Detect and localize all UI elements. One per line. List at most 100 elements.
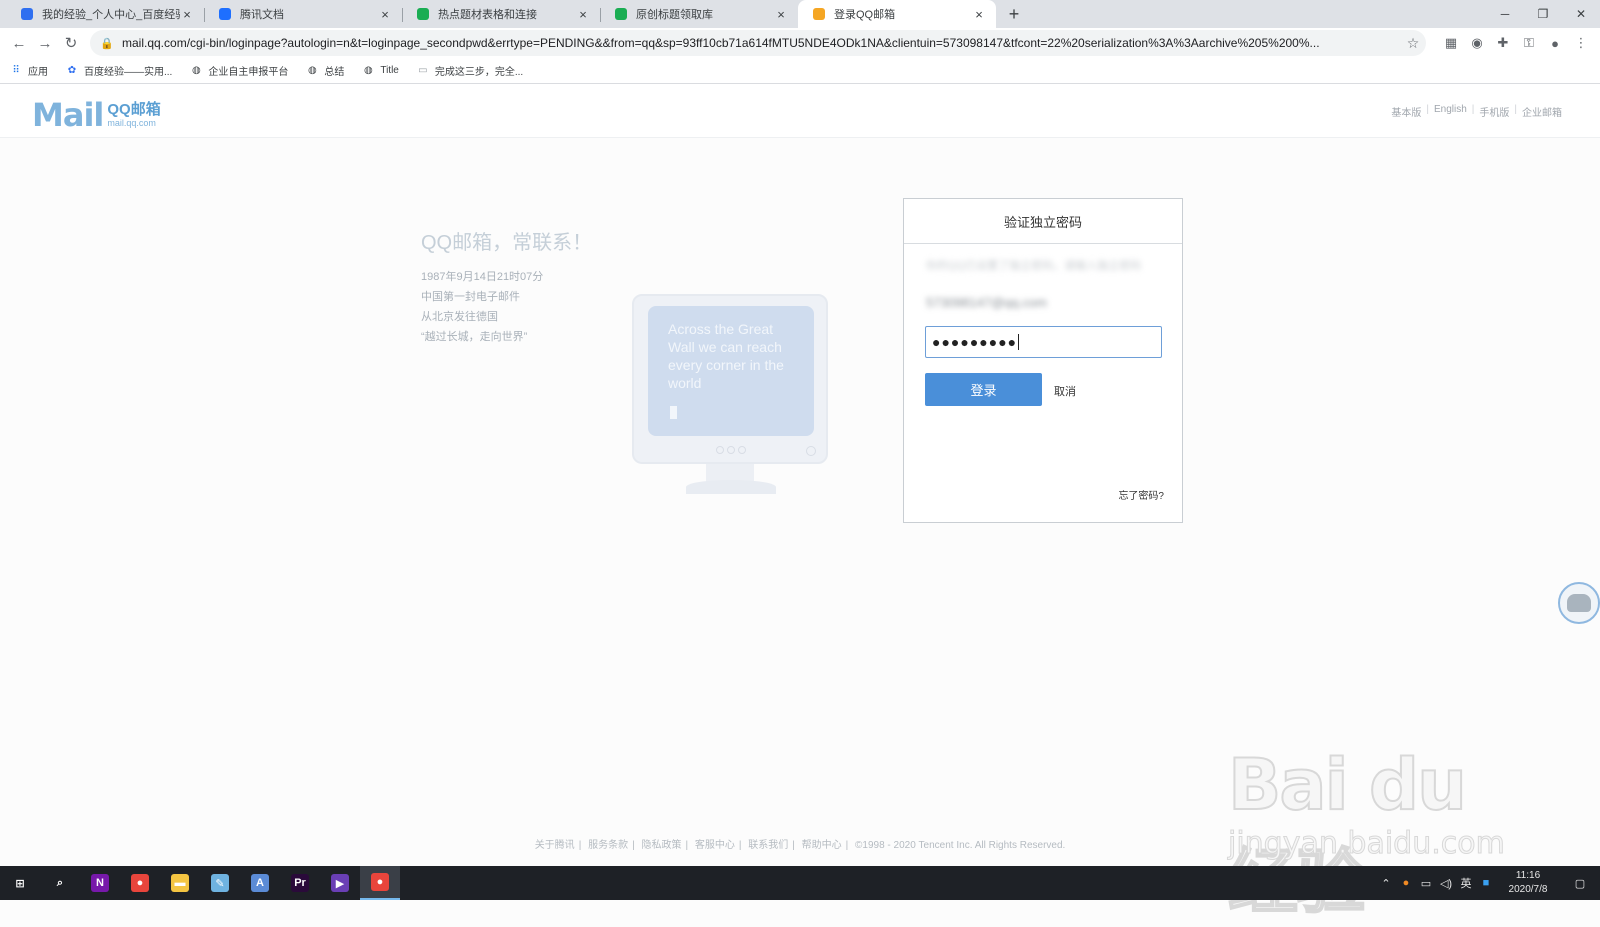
- tab-list: 我的经验_个人中心_百度经验 × 腾讯文档 × 热点题材表格和连接 × 原创标题领取库 × 登录…: [0, 0, 996, 28]
- tab-title: 我的经验_个人中心_百度经验: [42, 9, 180, 21]
- onenote-icon: N: [91, 874, 109, 892]
- bookmark-label: 总结: [324, 67, 345, 78]
- new-tab-button[interactable]: +: [1000, 0, 1028, 28]
- browser-tab[interactable]: 腾讯文档 ×: [204, 0, 402, 28]
- volume-icon[interactable]: ◁): [1436, 877, 1456, 890]
- link-english[interactable]: English: [1429, 104, 1472, 119]
- taskbar-app[interactable]: ⌕: [40, 866, 80, 900]
- globe-icon: ◍: [191, 65, 201, 76]
- qqmail-logo[interactable]: Mail QQ邮箱 mail.qq.com: [32, 96, 161, 134]
- qq-tray-icon[interactable]: ■: [1476, 877, 1496, 889]
- mail-header: Mail QQ邮箱 mail.qq.com 基本版 | English | 手机版 |…: [0, 84, 1600, 138]
- forgot-password-link[interactable]: 忘了密码?: [1118, 487, 1164, 502]
- taskbar-app[interactable]: N: [80, 866, 120, 900]
- browser-tab[interactable]: 原创标题领取库 ×: [600, 0, 798, 28]
- close-tab-icon[interactable]: ×: [972, 7, 986, 22]
- close-tab-icon[interactable]: ×: [774, 7, 788, 22]
- extension-icon-2[interactable]: ◉: [1464, 30, 1490, 56]
- link-basic[interactable]: 基本版: [1386, 104, 1426, 119]
- footer-link-contact[interactable]: 联系我们: [744, 840, 792, 851]
- tray-app-icon[interactable]: ●: [1396, 877, 1416, 889]
- taskbar-app[interactable]: ⊞: [0, 866, 40, 900]
- minimize-icon[interactable]: ─: [1486, 0, 1524, 28]
- bookmark-label: 完成这三步，完全...: [434, 67, 524, 78]
- password-input[interactable]: ●●●●●●●●●: [925, 326, 1162, 358]
- key-icon[interactable]: ⚿: [1516, 30, 1542, 56]
- globe-icon: ◍: [307, 65, 317, 76]
- globe-icon: ◍: [363, 65, 373, 76]
- tab-title: 原创标题领取库: [636, 9, 713, 21]
- vector-app-icon: A: [251, 874, 269, 892]
- bookmark-item[interactable]: ▭ 完成这三步，完全...: [417, 63, 523, 78]
- footer-link-terms[interactable]: 服务条款: [584, 840, 632, 851]
- logo-domain-text: mail.qq.com: [107, 118, 156, 128]
- tray-chevron-icon[interactable]: ⌃: [1376, 877, 1396, 890]
- close-window-icon[interactable]: ✕: [1562, 0, 1600, 28]
- clock-date: 2020/7/8: [1508, 884, 1548, 895]
- taskbar-app[interactable]: ✎: [200, 866, 240, 900]
- link-enterprise[interactable]: 企业邮箱: [1517, 104, 1567, 119]
- bookmark-item[interactable]: ◍ 企业自主申报平台: [190, 63, 288, 78]
- taskbar-app[interactable]: ●: [360, 866, 400, 900]
- top-links: 基本版 | English | 手机版 | 企业邮箱: [1386, 104, 1567, 119]
- extension-icon-1[interactable]: ▦: [1438, 30, 1464, 56]
- watermark-domain: jingyan.baidu.com: [1228, 826, 1506, 862]
- footer-link-support[interactable]: 客服中心: [691, 840, 739, 851]
- reload-icon[interactable]: ↻: [58, 30, 84, 56]
- apps-grid-icon: ⠿: [12, 65, 20, 76]
- forward-icon[interactable]: →: [32, 30, 58, 56]
- bookmark-label: Title: [380, 65, 399, 76]
- url-text[interactable]: mail.qq.com/cgi-bin/loginpage?autologin=…: [122, 36, 1400, 50]
- browser-tab[interactable]: 登录QQ邮箱 ×: [798, 0, 996, 28]
- footer-link-help[interactable]: 帮助中心: [798, 840, 846, 851]
- menu-dots-icon[interactable]: ⋮: [1568, 30, 1594, 56]
- support-bot-icon[interactable]: [1558, 582, 1600, 624]
- close-tab-icon[interactable]: ×: [576, 7, 590, 22]
- monitor-power-icon: [806, 446, 816, 456]
- qqmail-page: Mail QQ邮箱 mail.qq.com 基本版 | English | 手机版 |…: [0, 84, 1600, 924]
- clock[interactable]: 11:16 2020/7/8: [1496, 869, 1560, 897]
- footer-link-about[interactable]: 关于腾讯: [531, 840, 579, 851]
- intro-line: “越过长城，走向世界”: [421, 331, 528, 343]
- taskbar-app[interactable]: A: [240, 866, 280, 900]
- copyright: ©1998 - 2020 Tencent Inc. All Rights Res…: [855, 840, 1066, 851]
- cancel-link[interactable]: 取消: [1054, 383, 1076, 399]
- link-mobile[interactable]: 手机版: [1474, 104, 1514, 119]
- baidu-jingyan-watermark: Bai du经验 jingyan.baidu.com: [1225, 724, 1525, 924]
- taskbar-app[interactable]: ●: [120, 866, 160, 900]
- bookmark-item[interactable]: ◍ 总结: [306, 63, 344, 78]
- taskbar-app[interactable]: ▶: [320, 866, 360, 900]
- taskbar-app[interactable]: ▬: [160, 866, 200, 900]
- bookmark-item[interactable]: ✿ 百度经验——实用...: [66, 63, 173, 78]
- bookmark-item[interactable]: ◍ Title: [362, 65, 399, 77]
- bookmark-star-icon[interactable]: ☆: [1400, 35, 1426, 52]
- footer-link-privacy[interactable]: 隐私政策: [637, 840, 685, 851]
- close-tab-icon[interactable]: ×: [378, 7, 392, 22]
- browser-tab[interactable]: 我的经验_个人中心_百度经验 ×: [6, 0, 204, 28]
- tab-title: 腾讯文档: [240, 9, 284, 21]
- browser-tab[interactable]: 热点题材表格和连接 ×: [402, 0, 600, 28]
- network-icon[interactable]: ▭: [1416, 877, 1436, 890]
- notification-center-icon[interactable]: ▢: [1560, 877, 1600, 890]
- windows-taskbar: ⊞ ⌕ N ● ▬ ✎ A Pr ▶ ● ⌃ ● ▭ ◁) 英 ■ 11:16 2020/7/8 …: [0, 866, 1600, 900]
- monitor-body: Across the Great Wall we can reach every…: [632, 294, 828, 464]
- taskbar-app[interactable]: Pr: [280, 866, 320, 900]
- profile-avatar-icon[interactable]: ●: [1542, 30, 1568, 56]
- lock-icon: 🔒: [100, 37, 114, 50]
- ime-indicator[interactable]: 英: [1456, 875, 1476, 891]
- bookmark-label: 企业自主申报平台: [208, 67, 289, 78]
- file-explorer-icon: ▬: [171, 874, 189, 892]
- restore-icon[interactable]: ❐: [1524, 0, 1562, 28]
- bookmark-item[interactable]: ⠿ 应用: [10, 63, 48, 78]
- sheet-icon: [614, 7, 628, 21]
- login-panel: 验证独立密码 你的QQ已设置了独立密码，请输入独立密码 573098147@qq…: [903, 198, 1183, 523]
- start-icon: ⊞: [15, 877, 25, 890]
- login-button[interactable]: 登录: [925, 373, 1042, 406]
- back-icon[interactable]: ←: [6, 30, 32, 56]
- login-heading: 验证独立密码: [904, 199, 1182, 244]
- bookmark-label: 应用: [28, 67, 48, 78]
- blurred-hint: 你的QQ已设置了独立密码，请输入独立密码: [926, 260, 1142, 272]
- address-bar[interactable]: 🔒 mail.qq.com/cgi-bin/loginpage?autologi…: [90, 30, 1426, 56]
- puzzle-icon[interactable]: ✚: [1490, 30, 1516, 56]
- close-tab-icon[interactable]: ×: [180, 7, 194, 22]
